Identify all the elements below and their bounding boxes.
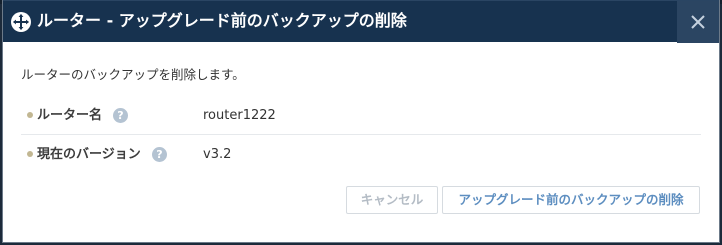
field-row-router-name: ルーター名 ? router1222 [21, 98, 701, 135]
router-name-value: router1222 [203, 108, 276, 123]
bullet-icon [27, 112, 33, 118]
dialog-header: ルーター - アップグレード前のバックアップの削除 [3, 0, 719, 43]
close-button[interactable] [677, 1, 719, 43]
cancel-button[interactable]: キャンセル [346, 186, 438, 214]
current-version-value: v3.2 [203, 147, 232, 162]
bullet-icon [27, 151, 33, 157]
help-icon[interactable]: ? [152, 147, 167, 162]
dialog-title: ルーター - アップグレード前のバックアップの削除 [37, 11, 407, 30]
dialog-description: ルーターのバックアップを削除します。 [21, 67, 245, 82]
current-version-label: 現在のバージョン [37, 147, 141, 162]
router-name-label: ルーター名 [37, 108, 103, 123]
help-icon[interactable]: ? [113, 108, 128, 123]
router-icon [10, 11, 32, 33]
field-row-current-version: 現在のバージョン ? v3.2 [21, 137, 701, 173]
delete-backup-button[interactable]: アップグレード前のバックアップの削除 [442, 186, 700, 214]
delete-backup-dialog: ルーター - アップグレード前のバックアップの削除 ルーターのバックアップを削除… [2, 0, 720, 243]
